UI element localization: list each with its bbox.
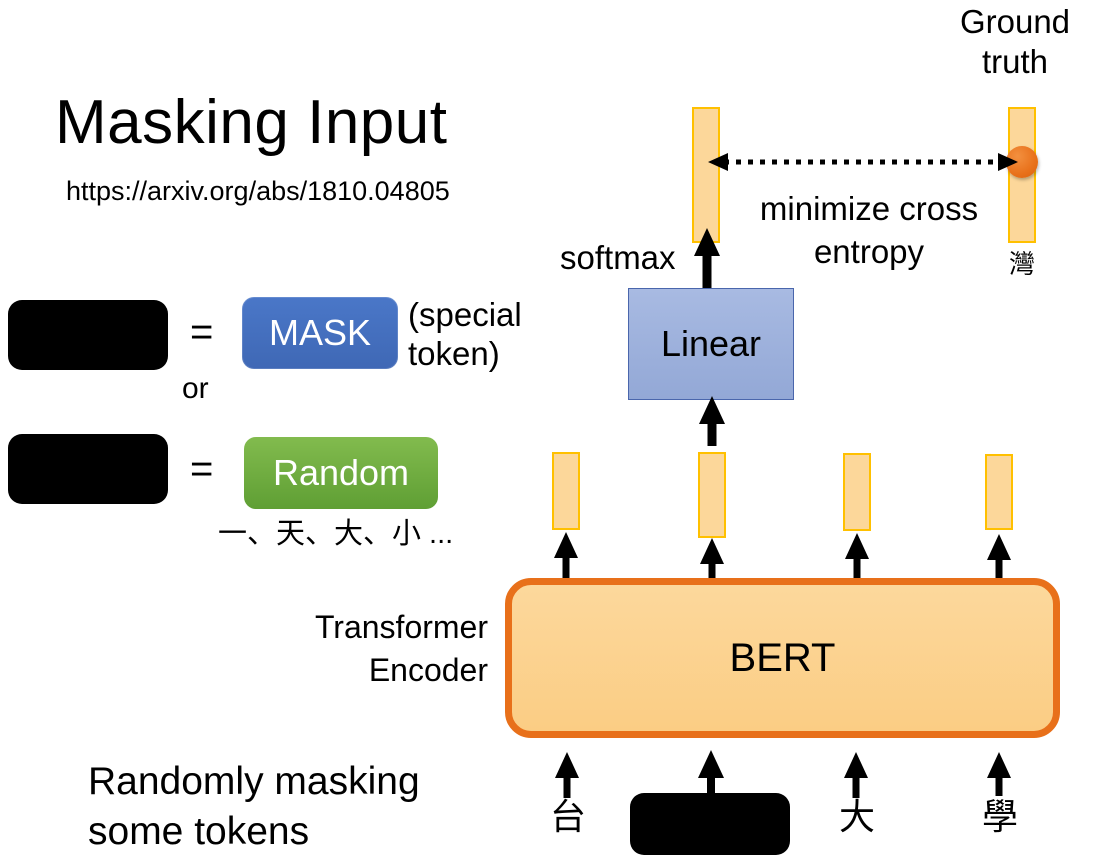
ground-truth-character: 灣 bbox=[1008, 249, 1035, 279]
arrow-bert-to-vec3 bbox=[845, 533, 869, 578]
bert-output-vector-3 bbox=[843, 453, 871, 531]
input-token-3: 大 bbox=[838, 796, 875, 837]
black-mask-swatch-top bbox=[8, 300, 168, 370]
black-mask-swatch-bottom bbox=[8, 434, 168, 504]
ground-truth-label: Ground truth bbox=[959, 3, 1071, 80]
cross-entropy-double-arrow bbox=[708, 153, 1018, 171]
arrow-bert-to-vec1 bbox=[554, 532, 578, 578]
linear-layer-box[interactable]: Linear bbox=[628, 288, 794, 400]
input-token-4: 學 bbox=[981, 796, 1018, 837]
arrow-token1-to-bert bbox=[555, 752, 579, 798]
page-title: Masking Input bbox=[55, 88, 448, 157]
slide-canvas: Masking Input https://arxiv.org/abs/1810… bbox=[0, 0, 1093, 866]
bert-model-box[interactable]: BERT bbox=[505, 578, 1060, 738]
arrow-bert-to-vec2 bbox=[700, 538, 724, 578]
input-token-1: 台 bbox=[549, 796, 586, 837]
bert-output-vector-4 bbox=[985, 454, 1013, 530]
minimize-cross-entropy-label: minimize cross entropy bbox=[759, 190, 979, 270]
equals-sign-bottom: = bbox=[190, 447, 214, 491]
arrow-token4-to-bert bbox=[987, 752, 1011, 796]
arrow-bert-to-vec4 bbox=[987, 534, 1011, 578]
transformer-encoder-label: Transformer Encoder bbox=[314, 609, 488, 688]
mask-token-pill[interactable]: MASK bbox=[242, 297, 398, 369]
softmax-output-vector bbox=[692, 107, 720, 243]
arrow-vec2-to-linear bbox=[699, 396, 725, 446]
special-token-note: (special token) bbox=[408, 296, 522, 372]
random-token-examples: 一、天、大、小 ... bbox=[218, 518, 454, 550]
bert-output-vector-1 bbox=[552, 452, 580, 530]
softmax-label: softmax bbox=[560, 239, 676, 276]
or-label: or bbox=[182, 372, 209, 405]
bert-output-vector-2 bbox=[698, 452, 726, 538]
input-token-2-masked bbox=[630, 793, 790, 855]
arrow-token3-to-bert bbox=[844, 752, 868, 798]
random-token-pill[interactable]: Random bbox=[244, 437, 438, 509]
randomly-masking-caption: Randomly masking some tokens bbox=[88, 760, 420, 853]
paper-url-text: https://arxiv.org/abs/1810.04805 bbox=[66, 176, 450, 206]
equals-sign-top: = bbox=[190, 310, 214, 354]
